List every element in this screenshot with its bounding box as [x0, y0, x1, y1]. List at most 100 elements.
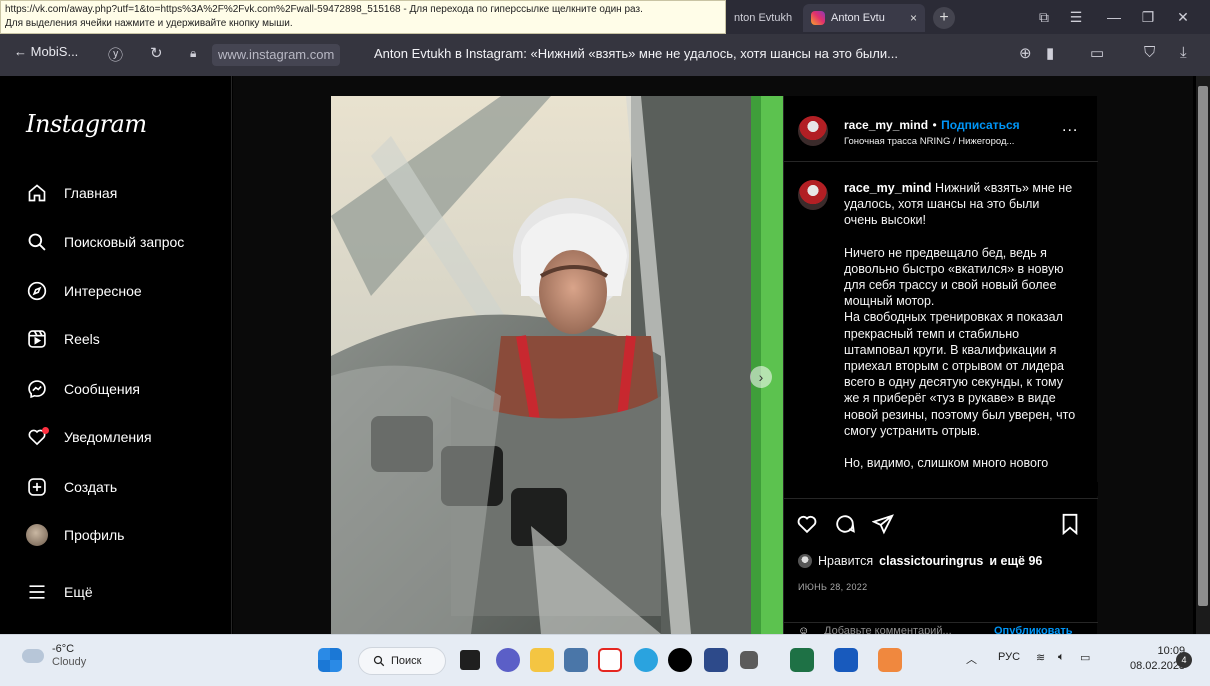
teams-icon[interactable] — [496, 648, 520, 672]
weather-condition: Cloudy — [52, 656, 87, 668]
caption-username[interactable]: race_my_mind — [844, 181, 932, 195]
language-indicator[interactable]: РУС — [998, 651, 1020, 663]
restore-button[interactable]: ❐ — [1131, 0, 1165, 34]
address-bar: ← MobiS... ⓨ ↻ 🔒︎ www.instagram.com Anto… — [0, 34, 1210, 76]
comment-input[interactable]: Добавьте комментарий... — [824, 625, 952, 634]
author-username[interactable]: race_my_mind — [844, 118, 928, 132]
caption-paragraph: Ничего не предвещало бед, ведь я довольн… — [844, 245, 1076, 438]
tab-instagram[interactable]: Anton Evtu × — [803, 4, 925, 32]
word-icon[interactable] — [834, 648, 858, 672]
sidebar-item-more[interactable]: Ещё — [26, 577, 93, 607]
follow-button[interactable]: Подписаться — [941, 118, 1019, 132]
file-explorer-icon[interactable] — [530, 648, 554, 672]
publish-comment-button[interactable]: Опубликовать — [994, 625, 1073, 634]
post-date[interactable]: ИЮНЬ 28, 2022 — [798, 582, 867, 592]
notification-badge[interactable]: 4 — [1176, 652, 1192, 668]
like-heart-icon[interactable] — [796, 513, 818, 540]
tiktok-icon[interactable] — [668, 648, 692, 672]
caption-fade — [784, 482, 1098, 496]
new-tab-button[interactable]: + — [933, 7, 955, 29]
sidebar-item-label: Интересное — [64, 283, 142, 299]
paint-icon[interactable] — [878, 648, 902, 672]
sidebar-item-search[interactable]: Поисковый запрос — [26, 227, 184, 257]
notification-dot — [42, 427, 49, 434]
battery-icon[interactable]: ▭ — [1090, 44, 1104, 62]
browser-tab-bar: https://vk.com/away.php?utf=1&to=https%3… — [0, 0, 1210, 34]
tab-label: Anton Evtu — [831, 12, 885, 24]
likes-others[interactable]: и ещё 96 — [989, 554, 1042, 568]
post-photo[interactable] — [331, 96, 783, 634]
volume-icon[interactable]: 🔈︎ — [1058, 651, 1065, 664]
likes-prefix: Нравится — [818, 554, 874, 568]
extensions-icon[interactable]: ⛉ — [1144, 44, 1155, 61]
page-title: Anton Evtukh в Instagram: «Нижний «взять… — [374, 46, 898, 61]
bookmark-icon[interactable]: ▮ — [1046, 44, 1054, 62]
sidebar-item-reels[interactable]: Reels — [26, 324, 100, 354]
more-options-icon[interactable]: ... — [1062, 118, 1078, 136]
tray-overflow-icon[interactable]: ︿ — [966, 651, 977, 667]
home-icon — [26, 182, 48, 204]
save-bookmark-icon[interactable] — [1060, 513, 1080, 540]
tab-close-icon[interactable]: × — [910, 11, 917, 25]
sidebar-item-explore[interactable]: Интересное — [26, 276, 142, 306]
sidebar-item-messages[interactable]: Сообщения — [26, 374, 140, 404]
emoji-icon[interactable]: ☺ — [798, 625, 809, 634]
likes-line: Нравится classictouringrus и ещё 96 — [798, 554, 1042, 568]
url-field[interactable]: www.instagram.com — [212, 44, 341, 66]
sidebar-item-label: Профиль — [64, 527, 125, 543]
sidebar-item-create[interactable]: Создать — [26, 472, 117, 502]
liker-avatar[interactable] — [798, 554, 812, 568]
sidebar-item-label: Сообщения — [64, 381, 140, 397]
likes-user[interactable]: classictouringrus — [879, 554, 983, 568]
sidebar-toggle-icon[interactable]: ☰ — [1059, 0, 1093, 34]
tab-vk[interactable]: nton Evtukh — [726, 4, 796, 32]
messenger-icon — [26, 378, 48, 400]
yandex-icon[interactable]: ⓨ — [108, 44, 123, 65]
yandex-browser-icon[interactable] — [598, 648, 622, 672]
caption-paragraph: race_my_mind Нижний «взять» мне не удало… — [844, 180, 1076, 229]
search-label: Поиск — [391, 655, 422, 667]
weather-temp: -6°C — [52, 643, 75, 655]
windows-taskbar: -6°C Cloudy Поиск ︿ РУС ≋ 🔈︎ ▭ 10:09 08.… — [0, 634, 1210, 686]
instagram-logo[interactable]: Instagram — [26, 110, 147, 138]
avatar — [26, 524, 48, 546]
page-scrollbar[interactable] — [1196, 76, 1210, 634]
post-caption: race_my_mind Нижний «взять» мне не удало… — [844, 180, 1076, 487]
status-hint-line: Для выделения ячейки нажмите и удерживай… — [5, 18, 293, 29]
taskbar-search[interactable]: Поиск — [358, 647, 446, 675]
back-button[interactable]: ← MobiS... — [14, 44, 78, 59]
sidebar-item-label: Главная — [64, 185, 118, 201]
blank-app-icon[interactable] — [740, 651, 758, 669]
author-avatar[interactable] — [798, 116, 828, 146]
translate-icon[interactable]: ⊕ — [1019, 44, 1032, 62]
tab-actions-icon[interactable]: ⧉ — [1027, 0, 1061, 34]
minimize-button[interactable]: — — [1097, 0, 1131, 34]
battery-tray-icon[interactable]: ▭ — [1080, 651, 1090, 664]
task-view-icon[interactable] — [460, 650, 480, 670]
comment-icon[interactable] — [834, 513, 856, 540]
compass-icon — [26, 280, 48, 302]
vk-icon[interactable] — [564, 648, 588, 672]
sidebar-item-label: Создать — [64, 479, 118, 495]
status-url-line: https://vk.com/away.php?utf=1&to=https%3… — [5, 4, 643, 15]
caption-author-avatar[interactable] — [798, 180, 828, 210]
security-shield-icon[interactable] — [704, 648, 728, 672]
sidebar-item-home[interactable]: Главная — [26, 178, 117, 208]
share-icon[interactable] — [871, 513, 894, 540]
reload-icon[interactable]: ↻ — [150, 44, 163, 62]
heart-icon — [26, 426, 49, 448]
scroll-thumb[interactable] — [1198, 86, 1208, 606]
sidebar-item-profile[interactable]: Профиль — [26, 520, 124, 550]
weather-widget[interactable]: -6°C Cloudy — [22, 643, 86, 669]
sidebar-item-notifications[interactable]: Уведомления — [26, 422, 152, 452]
excel-icon[interactable] — [790, 648, 814, 672]
start-menu-icon[interactable] — [318, 648, 342, 672]
race-car-interior-image — [331, 96, 783, 634]
caption-paragraph: Но, видимо, слишком много нового — [844, 456, 1049, 471]
download-icon[interactable]: ⤓ — [1180, 44, 1187, 61]
next-photo-button[interactable]: › — [750, 366, 772, 388]
wifi-icon[interactable]: ≋ — [1036, 651, 1045, 664]
telegram-icon[interactable] — [634, 648, 658, 672]
close-window-button[interactable]: ✕ — [1166, 0, 1200, 34]
post-location[interactable]: Гоночная трасса NRING / Нижегород... — [844, 136, 1014, 147]
